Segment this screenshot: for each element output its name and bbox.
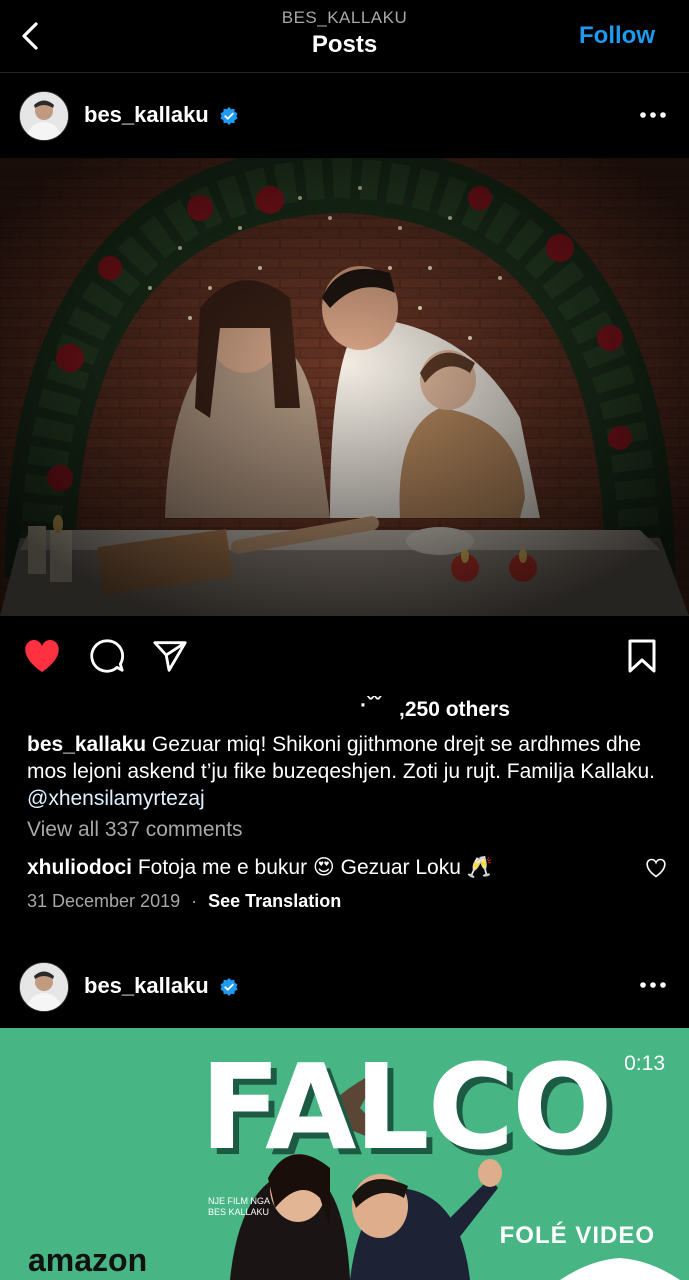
post-username[interactable]: bes_kallaku [84,973,209,999]
comment-username[interactable]: xhuliodoci [27,856,132,879]
share-icon[interactable] [151,637,189,675]
verified-badge-icon [220,978,238,996]
post-date: 31 December 2019 [27,891,181,911]
post-video[interactable]: FALCO NJE FILM NGA BES KALLAKU 0:13 amaz… [0,1028,689,1280]
caption-username[interactable]: bes_kallaku [27,733,146,756]
bookmark-icon[interactable] [627,638,657,674]
clinking-glasses-emoji: 🥂 [466,856,493,879]
heart-eyes-emoji: 😍 [312,856,335,879]
post-image[interactable] [0,158,689,616]
post-username[interactable]: bes_kallaku [84,102,209,128]
avatar[interactable] [19,91,69,141]
caption-mention[interactable]: @xhensilamyrtezaj [27,787,205,810]
see-translation-link[interactable]: See Translation [208,891,341,911]
brand-left-logo: amazon [28,1242,148,1278]
more-options-icon[interactable] [638,980,668,990]
small-heart-icon[interactable] [645,858,667,878]
post-header: bes_kallaku [0,72,689,158]
avatar[interactable] [19,962,69,1012]
view-all-comments-link[interactable]: View all 337 comments [27,818,243,842]
more-options-icon[interactable] [638,110,668,120]
post-caption: bes_kallaku Gezuar miq! Shikoni gjithmon… [27,731,667,812]
comment-icon[interactable] [88,637,126,675]
heart-icon[interactable] [22,638,62,674]
comment-text-after: Gezuar Loku [334,856,467,879]
comment-text-before: Fotoja me e bukur [132,856,313,879]
post-header: bes_kallaku [0,943,689,1028]
likes-text: ,250 others [399,698,510,721]
comment-preview: xhuliodoci Fotoja me e bukur 😍 Gezuar Lo… [27,855,493,880]
verified-badge-icon [220,107,238,125]
likes-prefix: ·ˇˇ [360,694,381,717]
post-date-row: 31 December 2019 · See Translation [27,891,341,912]
video-credits: NJE FILM NGA BES KALLAKU [208,1196,271,1217]
video-title: FALCO [200,1038,612,1176]
brand-right-logo: FOLÉ VIDEO [499,1222,655,1249]
follow-button[interactable]: Follow [579,22,655,50]
date-separator: · [191,891,198,911]
video-duration: 0:13 [624,1052,665,1075]
top-nav: BES_KALLAKU Posts Follow [0,0,689,73]
